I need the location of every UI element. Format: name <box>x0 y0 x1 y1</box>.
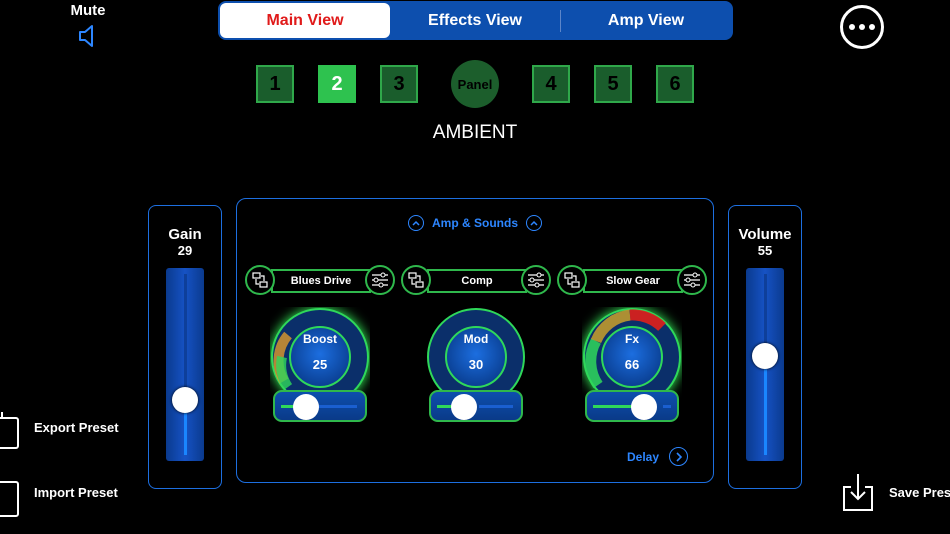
amp-sounds-panel: Amp & Sounds Blues Drive Boost 25 Comp M… <box>236 198 714 483</box>
settings-sliders-icon[interactable] <box>365 265 395 295</box>
preset-button-2[interactable]: 2 <box>318 65 356 103</box>
more-icon <box>849 24 855 30</box>
gain-slider-thumb[interactable] <box>172 387 198 413</box>
gain-panel: Gain 29 <box>148 205 222 489</box>
tab-amp-view[interactable]: Amp View <box>561 3 731 38</box>
view-tabs: Main View Effects View Amp View <box>218 1 733 40</box>
volume-value: 55 <box>757 243 773 258</box>
export-preset-button[interactable]: Export Preset <box>34 420 119 435</box>
effect-slot-2: Comp <box>401 265 553 297</box>
slider-track <box>663 405 671 408</box>
tab-main-view[interactable]: Main View <box>220 3 390 38</box>
volume-label: Volume <box>738 226 792 243</box>
volume-slider[interactable] <box>746 268 784 461</box>
swap-icon[interactable] <box>401 265 431 295</box>
preset-button-1[interactable]: 1 <box>256 65 294 103</box>
effect-name-2[interactable]: Comp <box>427 269 527 293</box>
amp-sounds-label[interactable]: Amp & Sounds <box>432 216 518 230</box>
gain-label: Gain <box>168 226 202 243</box>
tab-effects-view[interactable]: Effects View <box>390 3 560 38</box>
preset-button-6[interactable]: 6 <box>656 65 694 103</box>
slider-thumb[interactable] <box>451 394 477 420</box>
import-icon[interactable] <box>0 474 22 520</box>
chevron-right-icon[interactable] <box>669 447 689 466</box>
chevron-up-icon[interactable] <box>526 215 542 231</box>
effect-slot-3: Slow Gear <box>557 265 709 297</box>
swap-icon[interactable] <box>557 265 587 295</box>
dial-label-mod: Mod <box>463 332 489 346</box>
delay-label: Delay <box>627 449 660 464</box>
mute-button[interactable]: Mute <box>62 2 114 52</box>
mute-label: Mute <box>70 2 106 19</box>
more-icon-dot <box>859 24 865 30</box>
settings-sliders-icon[interactable] <box>521 265 551 295</box>
export-icon[interactable] <box>0 408 22 454</box>
dial-value-fx: 66 <box>624 357 640 372</box>
boost-slider[interactable] <box>273 390 367 422</box>
dial-value-boost: 25 <box>312 357 328 372</box>
gain-value: 29 <box>177 243 193 258</box>
slider-thumb[interactable] <box>631 394 657 420</box>
slider-thumb[interactable] <box>293 394 319 420</box>
volume-panel: Volume 55 <box>728 205 802 489</box>
panel-button[interactable]: Panel <box>451 60 499 108</box>
dial-value-mod: 30 <box>468 357 484 372</box>
save-preset-button[interactable]: Save Pres <box>889 485 950 500</box>
gain-slider[interactable] <box>166 268 204 461</box>
dial-label-boost: Boost <box>303 332 337 346</box>
import-preset-button[interactable]: Import Preset <box>34 485 118 500</box>
effect-slot-1: Blues Drive <box>245 265 397 297</box>
download-icon[interactable] <box>840 471 876 513</box>
gain-track-upper <box>184 274 187 400</box>
settings-sliders-icon[interactable] <box>677 265 707 295</box>
preset-button-4[interactable]: 4 <box>532 65 570 103</box>
volume-track-fill <box>764 356 767 455</box>
preset-button-3[interactable]: 3 <box>380 65 418 103</box>
more-icon-dot <box>869 24 875 30</box>
preset-button-5[interactable]: 5 <box>594 65 632 103</box>
effect-name-3[interactable]: Slow Gear <box>583 269 683 293</box>
volume-slider-thumb[interactable] <box>752 343 778 369</box>
swap-icon[interactable] <box>245 265 275 295</box>
fx-slider[interactable] <box>585 390 679 422</box>
mod-slider[interactable] <box>429 390 523 422</box>
effect-name-1[interactable]: Blues Drive <box>271 269 371 293</box>
speaker-icon <box>79 25 93 47</box>
more-options-button[interactable] <box>840 5 884 49</box>
amp-sounds-header: Amp & Sounds <box>237 215 713 231</box>
dial-label-fx: Fx <box>624 332 639 346</box>
delay-link[interactable]: Delay <box>627 447 689 466</box>
chevron-up-icon[interactable] <box>408 215 424 231</box>
slider-track <box>479 405 513 408</box>
preset-name: AMBIENT <box>432 122 518 143</box>
